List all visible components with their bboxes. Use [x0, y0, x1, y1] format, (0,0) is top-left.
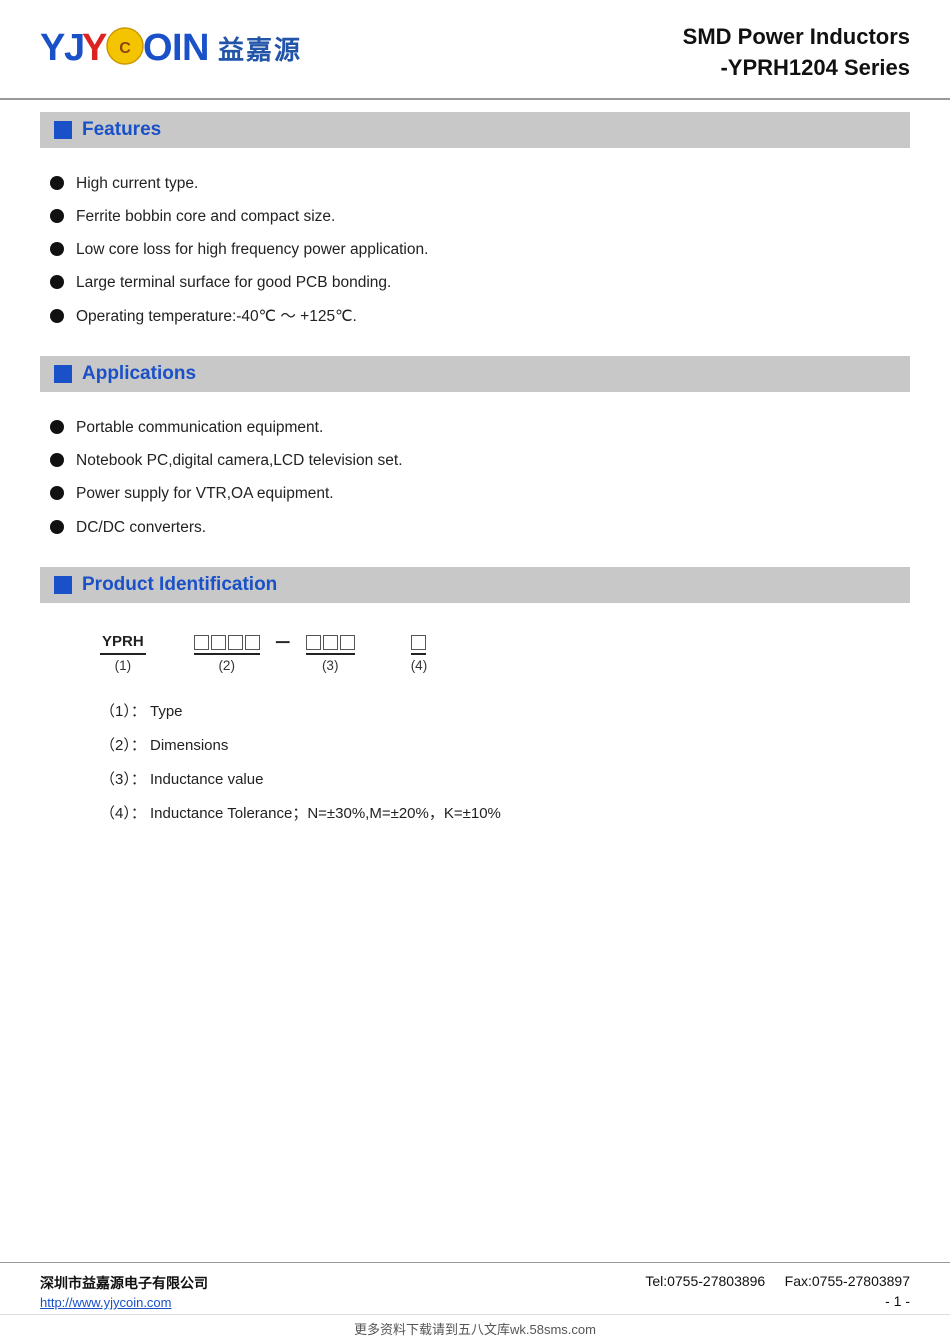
- product-id-icon: [54, 576, 72, 594]
- header-title-line1: SMD Power Inductors: [683, 22, 910, 53]
- list-item: Large terminal surface for good PCB bond…: [50, 271, 910, 294]
- logo-area: Y J Y C O I N 益嘉源: [40, 22, 302, 74]
- footer-left: 深圳市益嘉源电子有限公司 http://www.yjycoin.com: [40, 1273, 208, 1310]
- pid-yprh: YPRH: [100, 633, 146, 655]
- pid-box: [340, 635, 355, 650]
- pid-label-1: (1): [115, 658, 132, 673]
- features-section: Features High current type. Ferrite bobb…: [40, 112, 910, 344]
- svg-text:O: O: [143, 27, 173, 69]
- watermark-bar: 更多资料下载请到五八文库wk.58sms.com: [0, 1314, 950, 1344]
- pid-desc-1: （1）： Type: [100, 700, 860, 721]
- product-id-descriptions: （1）： Type （2）： Dimensions （3）： Inductanc…: [40, 673, 910, 846]
- pid-box: [245, 635, 260, 650]
- footer: 深圳市益嘉源电子有限公司 http://www.yjycoin.com Tel:…: [0, 1262, 950, 1314]
- pid-box: [323, 635, 338, 650]
- pid-desc-2: （2）： Dimensions: [100, 734, 860, 755]
- header-title: SMD Power Inductors -YPRH1204 Series: [683, 22, 910, 84]
- pid-col-3: (3): [306, 635, 355, 673]
- footer-contact: Tel:0755-27803896 Fax:0755-27803897: [645, 1273, 910, 1289]
- bullet-dot: [50, 209, 64, 223]
- product-id-title: Product Identification: [82, 574, 277, 596]
- svg-text:Y: Y: [40, 27, 65, 69]
- bullet-dot: [50, 453, 64, 467]
- pid-label-4: (4): [411, 658, 428, 673]
- footer-right: Tel:0755-27803896 Fax:0755-27803897 - 1 …: [645, 1273, 910, 1309]
- svg-text:C: C: [119, 40, 131, 57]
- pid-col-2: (2): [194, 635, 260, 673]
- pid-desc-4: （4）： Inductance Tolerance；N=±30%,M=±20%，…: [100, 802, 860, 823]
- logo-cn-text: 益嘉源: [218, 30, 302, 67]
- feature-item-1: High current type.: [76, 172, 198, 195]
- feature-item-2: Ferrite bobbin core and compact size.: [76, 205, 335, 228]
- logo-svg: Y J Y C O I N: [40, 22, 210, 74]
- pid-box: [211, 635, 226, 650]
- bullet-dot: [50, 486, 64, 500]
- bullet-dot: [50, 309, 64, 323]
- features-header: Features: [40, 112, 910, 148]
- app-item-1: Portable communication equipment.: [76, 416, 323, 439]
- applications-icon: [54, 365, 72, 383]
- features-icon: [54, 121, 72, 139]
- footer-tel: Tel:0755-27803896: [645, 1273, 765, 1289]
- svg-text:Y: Y: [82, 27, 107, 69]
- pid-boxes-2: [194, 635, 260, 655]
- list-item: Notebook PC,digital camera,LCD televisio…: [50, 449, 910, 472]
- pid-desc-3: （3）： Inductance value: [100, 768, 860, 789]
- feature-item-5: Operating temperature:-40℃ ～ +125℃.: [76, 305, 357, 328]
- pid-boxes-4: [411, 635, 426, 655]
- svg-text:N: N: [182, 27, 209, 69]
- product-id-section: Product Identification YPRH (1): [40, 567, 910, 846]
- applications-title: Applications: [82, 363, 196, 385]
- footer-fax: Fax:0755-27803897: [785, 1273, 910, 1289]
- pid-dash: －: [274, 629, 292, 655]
- product-id-diagram: YPRH (1) (2) －: [40, 611, 910, 673]
- footer-page: - 1 -: [645, 1293, 910, 1309]
- list-item: Operating temperature:-40℃ ～ +125℃.: [50, 305, 910, 328]
- app-item-2: Notebook PC,digital camera,LCD televisio…: [76, 449, 403, 472]
- main-content: Features High current type. Ferrite bobb…: [0, 100, 950, 1059]
- bullet-dot: [50, 520, 64, 534]
- footer-url[interactable]: http://www.yjycoin.com: [40, 1295, 208, 1310]
- features-title: Features: [82, 119, 161, 141]
- pid-label-2: (2): [218, 658, 235, 673]
- pid-label-3: (3): [322, 658, 339, 673]
- features-list: High current type. Ferrite bobbin core a…: [40, 156, 910, 344]
- footer-company: 深圳市益嘉源电子有限公司: [40, 1273, 208, 1293]
- bullet-dot: [50, 420, 64, 434]
- pid-box: [306, 635, 321, 650]
- pid-box: [194, 635, 209, 650]
- pid-box: [411, 635, 426, 650]
- header: Y J Y C O I N 益嘉源 SMD Power Inductors -Y…: [0, 0, 950, 100]
- bullet-dot: [50, 176, 64, 190]
- feature-item-3: Low core loss for high frequency power a…: [76, 238, 428, 261]
- pid-box: [228, 635, 243, 650]
- bullet-dot: [50, 242, 64, 256]
- pid-col-1: YPRH (1): [100, 633, 146, 673]
- header-title-line2: -YPRH1204 Series: [683, 53, 910, 84]
- page-wrapper: Y J Y C O I N 益嘉源 SMD Power Inductors -Y…: [0, 0, 950, 1344]
- applications-list: Portable communication equipment. Notebo…: [40, 400, 910, 555]
- list-item: Ferrite bobbin core and compact size.: [50, 205, 910, 228]
- watermark-text: 更多资料下载请到五八文库wk.58sms.com: [354, 1322, 596, 1337]
- applications-header: Applications: [40, 356, 910, 392]
- list-item: Portable communication equipment.: [50, 416, 910, 439]
- pid-col-4: (4): [411, 635, 428, 673]
- app-item-4: DC/DC converters.: [76, 516, 206, 539]
- list-item: Power supply for VTR,OA equipment.: [50, 482, 910, 505]
- product-id-header: Product Identification: [40, 567, 910, 603]
- list-item: DC/DC converters.: [50, 516, 910, 539]
- feature-item-4: Large terminal surface for good PCB bond…: [76, 271, 391, 294]
- applications-section: Applications Portable communication equi…: [40, 356, 910, 555]
- bullet-dot: [50, 275, 64, 289]
- pid-boxes-3: [306, 635, 355, 655]
- app-item-3: Power supply for VTR,OA equipment.: [76, 482, 334, 505]
- list-item: High current type.: [50, 172, 910, 195]
- svg-text:I: I: [172, 27, 183, 69]
- list-item: Low core loss for high frequency power a…: [50, 238, 910, 261]
